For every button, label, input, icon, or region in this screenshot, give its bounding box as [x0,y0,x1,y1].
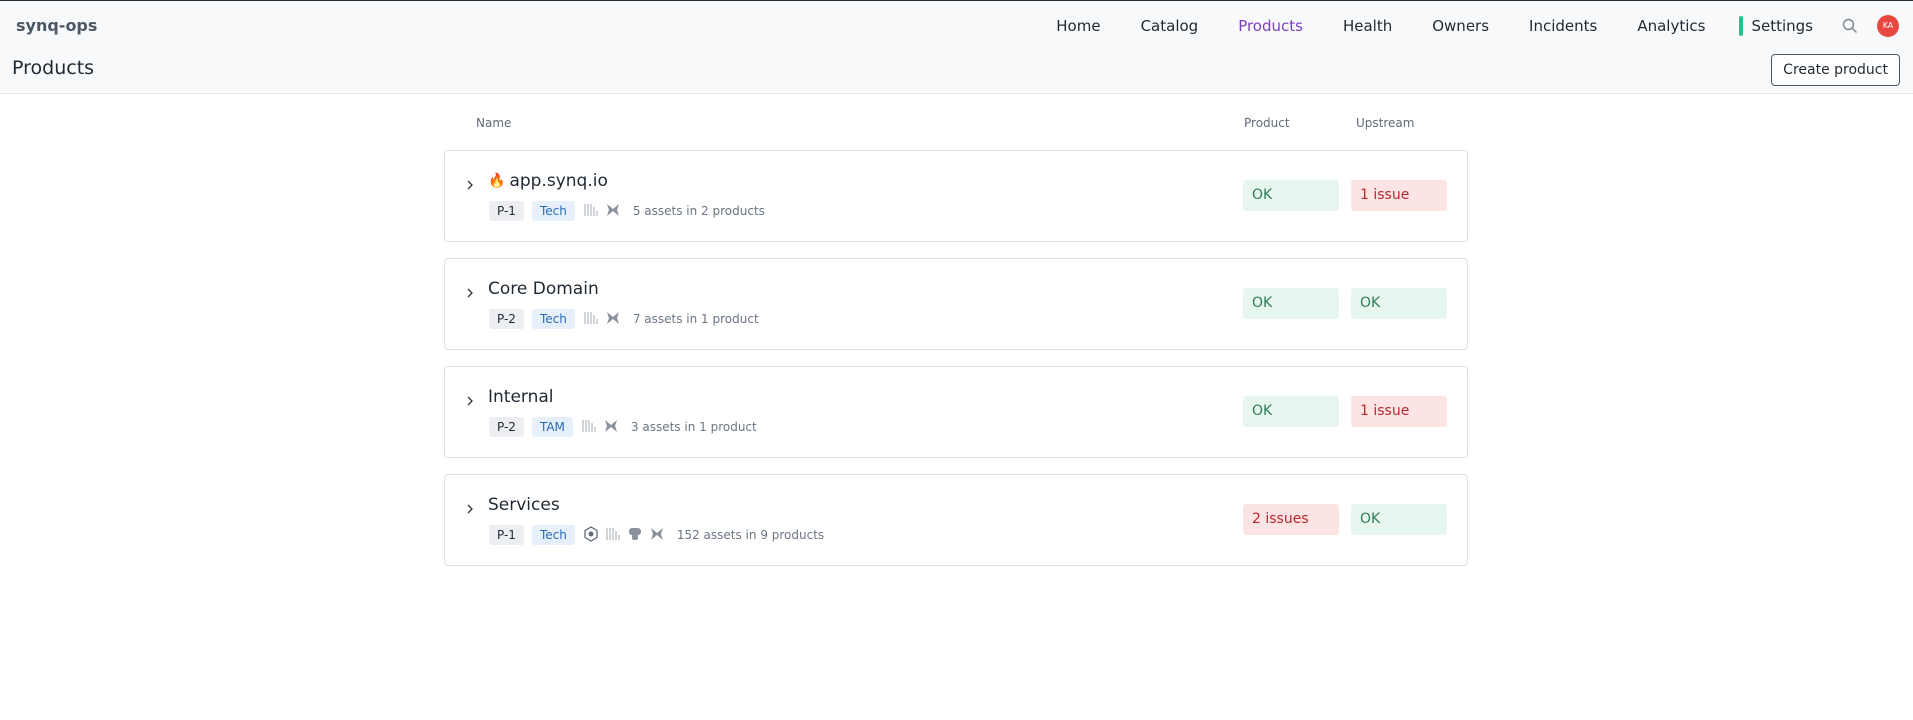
search-icon[interactable] [1841,17,1859,35]
product-name[interactable]: Internal [488,387,554,407]
chevron-right-icon[interactable] [465,175,475,190]
assets-count: 152 assets in 9 products [676,528,825,542]
upstream-status-badge[interactable]: OK [1351,504,1447,535]
product-row[interactable]: 🔥 app.synq.io P-1 Tech 5 assets in 2 prod… [444,150,1468,242]
settings-label: Settings [1751,17,1813,35]
chevron-right-icon[interactable] [465,391,475,406]
team-badge: Tech [531,201,575,221]
upstream-status-badge[interactable]: 1 issue [1351,180,1447,211]
product-status-badge[interactable]: OK [1243,288,1339,319]
top-bar: synq-ops Home Catalog Products Health Ow… [0,0,1913,94]
hexagon-icon [583,525,599,545]
column-upstream: Upstream [1356,116,1415,130]
product-meta: P-1 Tech 5 assets in 2 products [489,201,765,221]
chevron-right-icon[interactable] [465,499,475,514]
product-name[interactable]: 🔥 app.synq.io [488,171,608,191]
product-meta: P-2 Tech 7 assets in 1 product [489,309,759,329]
product-name-text: app.synq.io [509,171,608,191]
chevron-right-icon[interactable] [465,283,475,298]
nav-catalog[interactable]: Catalog [1121,7,1219,45]
priority-badge: P-1 [489,201,524,221]
product-meta: P-1 Tech 152 assets in 9 products [489,525,824,545]
product-name[interactable]: Services [488,495,560,515]
bars-icon [605,526,621,545]
page-title: Products [12,57,95,79]
column-name: Name [476,116,512,130]
product-row[interactable]: Internal P-2 TAM 3 assets in 1 product O… [444,366,1468,458]
connector-icon [603,418,619,437]
flame-icon: 🔥 [488,173,506,189]
team-badge: TAM [531,417,573,437]
nav-owners[interactable]: Owners [1412,7,1509,45]
assets-count: 5 assets in 2 products [632,204,765,218]
column-product: Product [1244,116,1290,130]
team-badge: Tech [531,309,575,329]
bars-icon [583,202,599,221]
connector-icon [649,526,665,545]
brand-logo[interactable]: synq-ops [16,16,97,35]
create-product-button[interactable]: Create product [1771,54,1900,86]
product-status-badge[interactable]: OK [1243,180,1339,211]
product-row[interactable]: Services P-1 Tech 152 assets in 9 produc… [444,474,1468,566]
settings-indicator [1739,16,1744,36]
nav-products[interactable]: Products [1218,7,1323,45]
product-row[interactable]: Core Domain P-2 Tech 7 assets in 1 produ… [444,258,1468,350]
nav-settings[interactable]: Settings [1725,7,1833,45]
bars-icon [583,310,599,329]
team-badge: Tech [531,525,575,545]
product-status-badge[interactable]: OK [1243,396,1339,427]
assets-count: 7 assets in 1 product [632,312,759,326]
connector-icon [605,310,621,329]
main-nav: Home Catalog Products Health Owners Inci… [1036,7,1913,45]
nav-analytics[interactable]: Analytics [1617,7,1725,45]
nav-health[interactable]: Health [1323,7,1412,45]
product-meta: P-2 TAM 3 assets in 1 product [489,417,757,437]
user-avatar[interactable]: KA [1877,15,1899,37]
connector-icon [605,202,621,221]
priority-badge: P-1 [489,525,524,545]
product-status-badge[interactable]: 2 issues [1243,504,1339,535]
database-icon [627,526,643,545]
table-header: Name Product Upstream [0,116,1913,136]
product-name[interactable]: Core Domain [488,279,599,299]
priority-badge: P-2 [489,309,524,329]
priority-badge: P-2 [489,417,524,437]
upstream-status-badge[interactable]: 1 issue [1351,396,1447,427]
assets-count: 3 assets in 1 product [630,420,757,434]
nav-incidents[interactable]: Incidents [1509,7,1617,45]
nav-home[interactable]: Home [1036,7,1120,45]
upstream-status-badge[interactable]: OK [1351,288,1447,319]
bars-icon [581,418,597,437]
